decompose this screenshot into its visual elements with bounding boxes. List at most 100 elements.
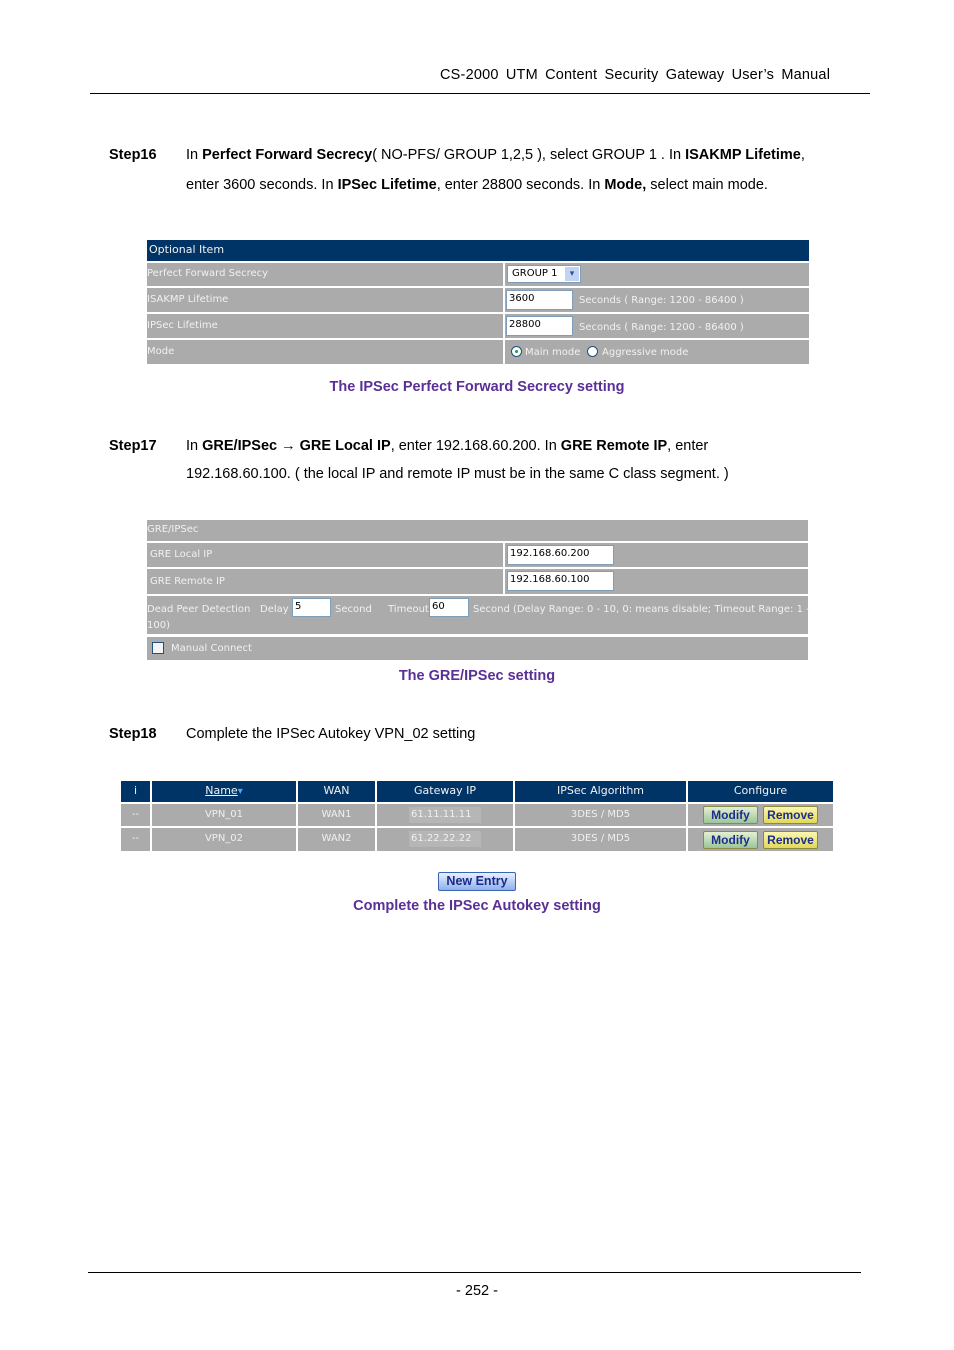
gre-local-value-cell: 192.168.60.200 [505,543,808,567]
gre-ipsec-header: GRE/IPSec [147,520,808,541]
row1-gateway-cell: 61.11.11.11 [377,804,513,826]
row2-configure-cell: Modify Remove [688,828,833,851]
step17-line1: In GRE/IPSec → GRE Local IP, enter 192.1… [186,431,708,461]
row1-index: -- [121,804,150,826]
dpd-range-hint: Second (Delay Range: 0 - 10, 0: means di… [473,604,810,615]
caption-autokey-setting: Complete the IPSec Autokey setting [353,898,601,914]
caption-pfs-setting: The IPSec Perfect Forward Secrecy settin… [329,379,625,395]
modify-button[interactable]: Modify [703,806,758,824]
isakmp-label: ISAKMP Lifetime [147,294,229,305]
sort-by-name-link[interactable]: Name [205,784,237,797]
row1-algorithm: 3DES / MD5 [515,804,686,826]
step16-label: Step16 [109,147,157,163]
page-number: - 252 - [456,1283,498,1299]
gre-remote-value-cell: 192.168.60.100 [505,569,808,594]
caption-gre-setting: The GRE/IPSec setting [398,668,556,684]
row2-gateway-cell: 61.22.22.22 [377,828,513,851]
isakmp-range-hint: Seconds ( Range: 1200 - 86400 ) [579,295,744,306]
mode-label-cell: Mode [147,340,503,364]
row1-gateway-ip: 61.11.11.11 [411,809,472,820]
dpd-label: Dead Peer Detection [147,604,251,615]
pfs-select-value: GROUP 1 [512,268,558,279]
text-run: , enter 192.168.60.200. In [390,438,561,454]
dpd-timeout-input[interactable]: 60 [429,598,469,617]
column-header-name[interactable]: Name▾ [152,781,296,802]
optional-item-panel: Optional Item Perfect Forward Secrecy GR… [147,240,809,365]
text-run: ( NO-PFS/ GROUP 1,2,5 ), select GROUP 1 … [372,147,686,163]
step16-line1: In Perfect Forward Secrecy( NO-PFS/ GROU… [186,140,805,170]
new-entry-button[interactable]: New Entry [438,872,516,891]
manual-header-title: CS-2000 UTM Content Security Gateway Use… [440,67,831,83]
manual-connect-checkbox[interactable] [152,642,164,654]
gre-remote-ip-input[interactable]: 192.168.60.100 [507,571,614,591]
main-mode-label: Main mode [525,347,581,358]
step16-instruction: Step16 In Perfect Forward Secrecy( NO-PF… [109,140,889,200]
gre-remote-label-cell: GRE Remote IP [147,569,503,594]
step18-label: Step18 [109,726,157,742]
sort-desc-icon: ▾ [237,786,243,797]
text-run: In [186,147,203,163]
text-run: , enter 28800 seconds. In [436,177,605,193]
text-run: , [800,147,805,163]
pfs-value-cell: GROUP 1 ▾ [505,263,809,286]
bold-term: GRE Remote IP [560,438,668,454]
ipsec-lifetime-input[interactable]: 28800 [506,316,573,336]
gre-ipsec-panel: GRE/IPSec GRE Local IP 192.168.60.200 GR… [147,520,810,660]
manual-connect-label: Manual Connect [171,643,252,654]
row2-gateway-ip: 61.22.22.22 [411,833,472,844]
main-mode-radio[interactable] [511,346,522,357]
delay-unit-label: Second [335,604,372,615]
optional-item-header: Optional Item [147,240,809,261]
optional-item-title: Optional Item [149,243,225,256]
step18-text: Complete the IPSec Autokey VPN_02 settin… [186,726,476,742]
gre-local-label-cell: GRE Local IP [147,543,503,567]
column-header-index: i [121,781,150,802]
text-run: , enter [667,438,709,454]
step16-line2: enter 3600 seconds. In IPSec Lifetime, e… [186,170,768,200]
row2-index: -- [121,828,150,851]
isakmp-label-cell: ISAKMP Lifetime [147,288,503,312]
ipsec-label-cell: IPSec Lifetime [147,314,503,338]
mode-label: Mode [147,346,175,357]
chevron-down-icon[interactable]: ▾ [565,267,579,281]
pfs-label-cell: Perfect Forward Secrecy [147,263,503,286]
step17-instruction: Step17 In GRE/IPSec → GRE Local IP, ente… [109,431,889,491]
text-run: In [186,438,203,454]
pfs-label: Perfect Forward Secrecy [147,268,269,279]
aggressive-mode-label: Aggressive mode [602,347,689,358]
aggressive-mode-radio[interactable] [587,346,598,357]
bold-term: ISAKMP Lifetime [685,147,801,163]
dead-peer-detection-row: Dead Peer Detection Delay 5 Second Timeo… [147,596,810,634]
delay-label: Delay [260,604,289,615]
gre-ipsec-title: GRE/IPSec [147,524,199,535]
ipsec-value-cell: 28800 Seconds ( Range: 1200 - 86400 ) [505,314,809,338]
column-header-configure: Configure [688,781,833,802]
gre-remote-ip-label: GRE Remote IP [150,576,225,587]
bold-term: GRE/IPSec → GRE Local IP [202,438,391,454]
column-header-wan: WAN [298,781,375,802]
isakmp-lifetime-input[interactable]: 3600 [506,290,573,310]
dpd-range-hint-cont: 100) [147,620,170,631]
step18-instruction: Step18 Complete the IPSec Autokey VPN_02… [109,719,889,749]
step17-line2: 192.168.60.100. ( the local IP and remot… [186,459,729,489]
modify-button[interactable]: Modify [703,831,758,849]
column-header-ipsec-algorithm: IPSec Algorithm [515,781,686,802]
gre-local-ip-label: GRE Local IP [150,549,213,560]
step17-label: Step17 [109,438,157,454]
bold-term: Perfect Forward Secrecy [202,147,373,163]
gre-local-ip-input[interactable]: 192.168.60.200 [507,545,614,565]
vpn-autokey-table: i Name▾ WAN Gateway IP IPSec Algorithm C… [121,781,833,851]
dpd-delay-input[interactable]: 5 [292,598,331,617]
remove-button[interactable]: Remove [763,806,818,824]
pfs-select[interactable]: GROUP 1 ▾ [507,265,581,283]
timeout-label: Timeout [388,604,429,615]
bold-term: IPSec Lifetime [337,177,437,193]
row1-wan: WAN1 [298,804,375,826]
row2-name: VPN_02 [152,828,296,851]
text-run: select main mode. [646,177,768,193]
remove-button[interactable]: Remove [763,831,818,849]
row2-wan: WAN2 [298,828,375,851]
text-run: enter 3600 seconds. In [186,177,338,193]
footer-divider [88,1272,861,1273]
header-divider [90,93,870,94]
